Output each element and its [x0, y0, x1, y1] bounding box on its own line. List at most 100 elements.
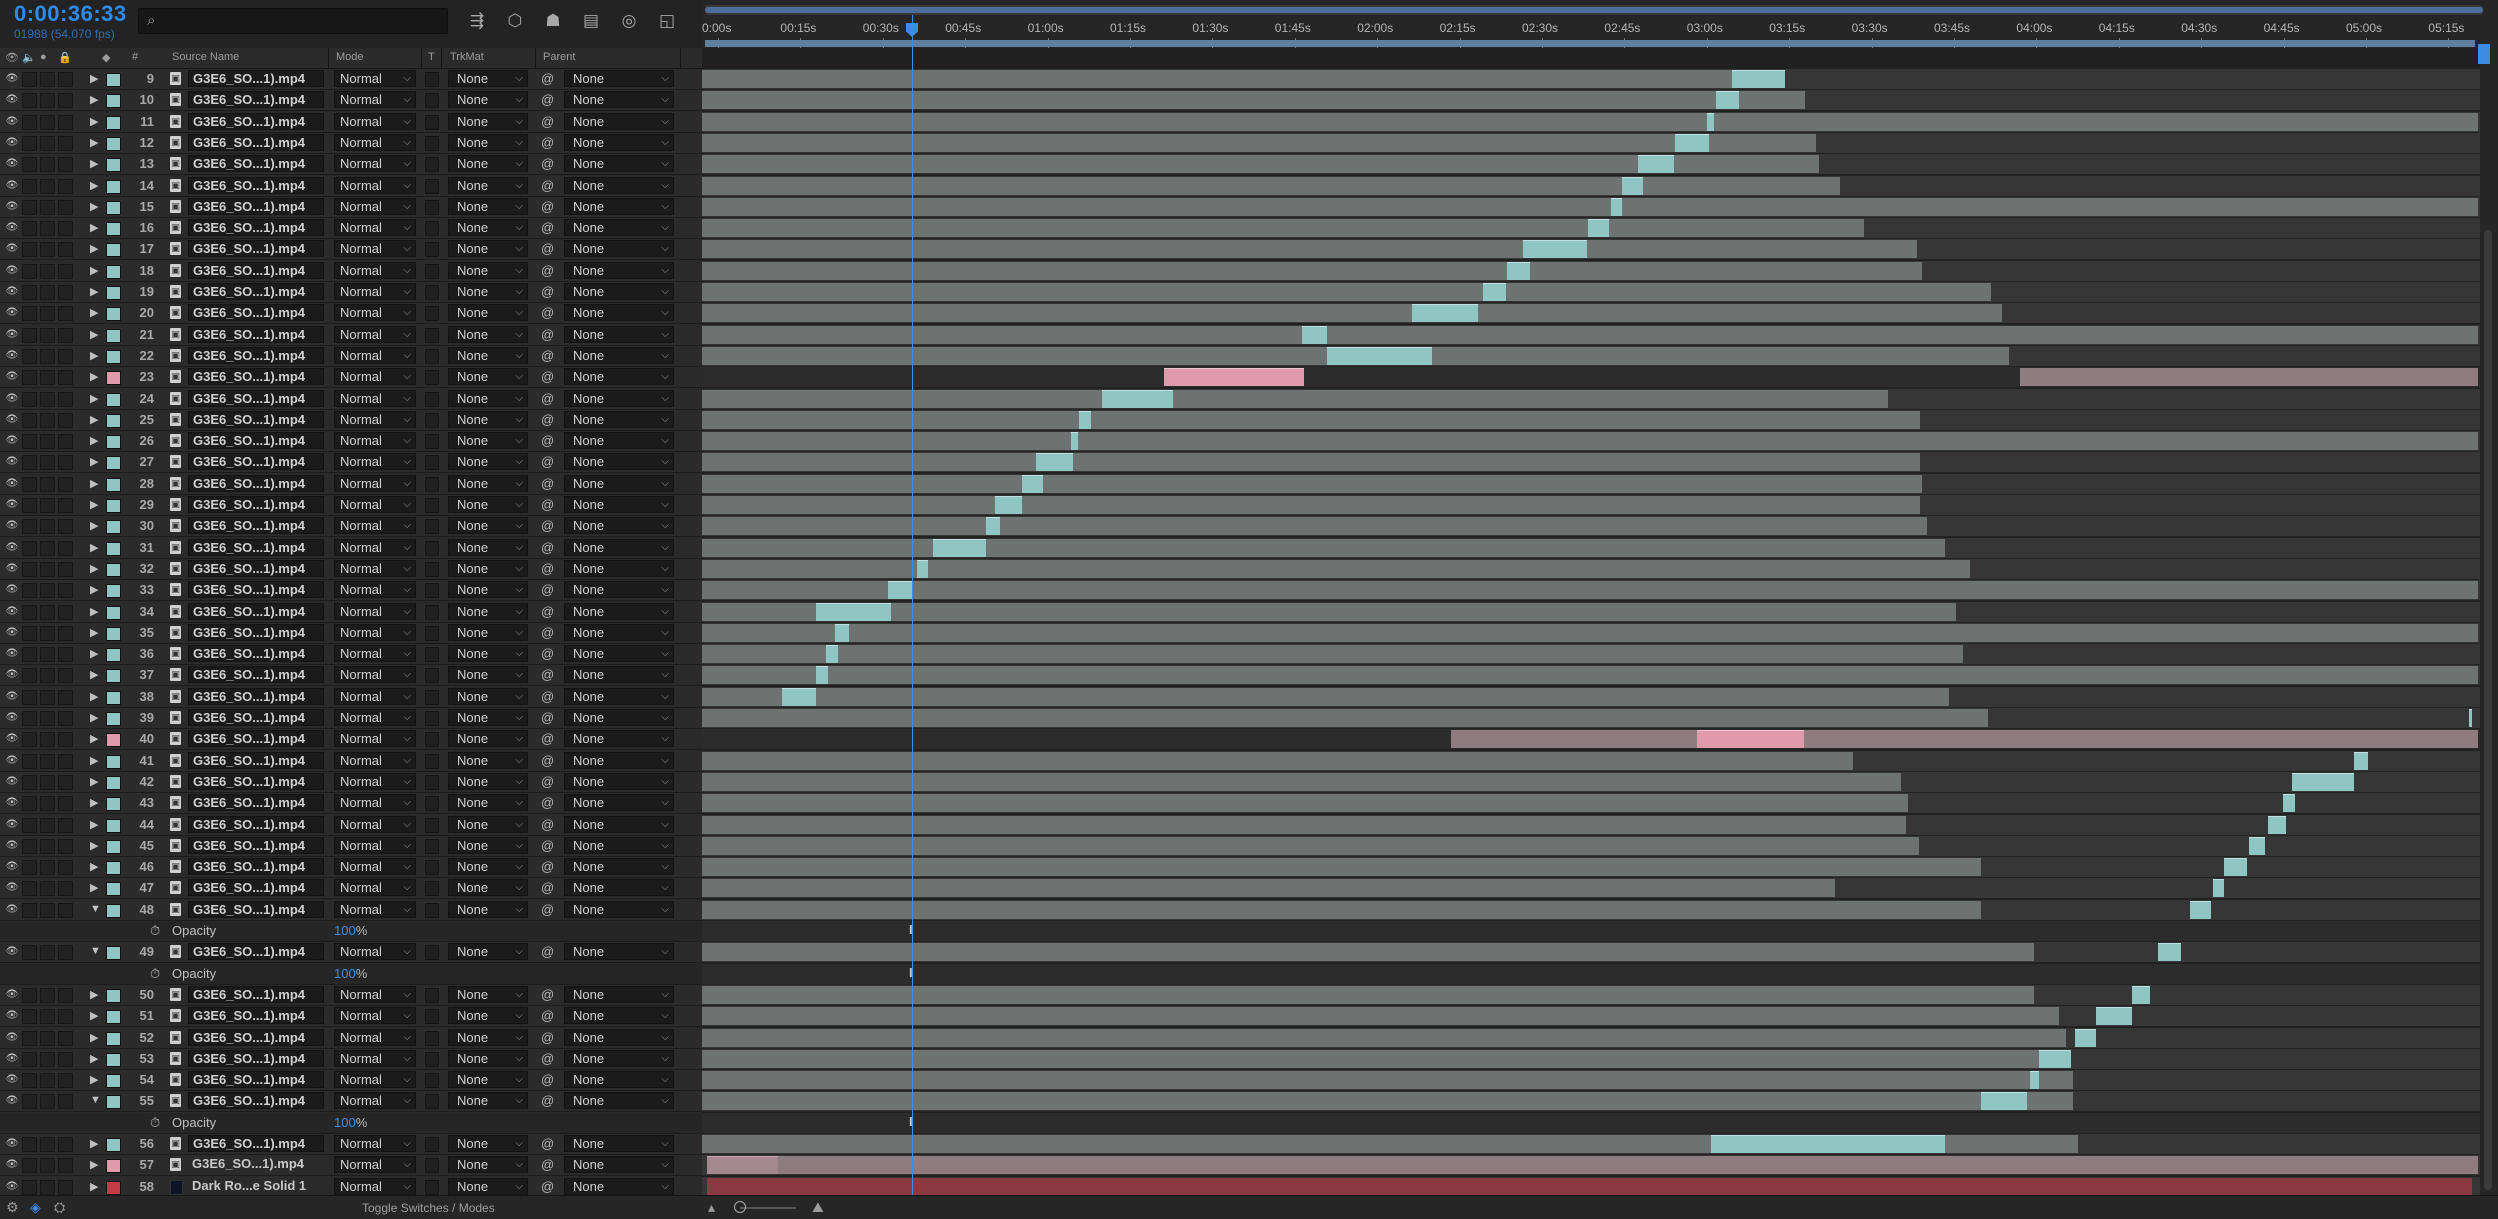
- lock-switch[interactable]: [58, 179, 73, 194]
- track-matte-dropdown[interactable]: None ⌵: [448, 240, 528, 257]
- solo-switch[interactable]: [40, 1137, 55, 1152]
- solo-switch[interactable]: [40, 647, 55, 662]
- expand-twirl-icon[interactable]: ▶: [90, 413, 98, 426]
- visibility-eye-icon[interactable]: 👁: [5, 328, 19, 341]
- layer-duration-bar[interactable]: [702, 390, 1888, 408]
- audio-switch[interactable]: [22, 93, 37, 108]
- audio-switch[interactable]: [22, 413, 37, 428]
- layer-duration-bar[interactable]: [702, 1007, 2059, 1025]
- label-color-swatch[interactable]: [106, 307, 121, 321]
- solo-switch[interactable]: [40, 115, 55, 130]
- parent-dropdown[interactable]: None ⌵: [564, 496, 674, 513]
- layer-row[interactable]: 👁 ▶ 9 ▣ G3E6_SO...1).mp4 Normal ⌵ None ⌵ @ None ⌵: [0, 69, 702, 90]
- preserve-transparency-switch[interactable]: [425, 668, 439, 683]
- layer-source-name[interactable]: G3E6_SO...1).mp4: [188, 219, 324, 236]
- track-matte-dropdown[interactable]: None ⌵: [448, 1071, 528, 1088]
- layer-row[interactable]: 👁 ▶ 15 ▣ G3E6_SO...1).mp4 Normal ⌵ None ⌵ @ None ⌵: [0, 197, 702, 218]
- lock-switch[interactable]: [58, 1052, 73, 1067]
- layer-source-name[interactable]: G3E6_SO...1).mp4: [188, 475, 324, 492]
- lock-switch[interactable]: [58, 200, 73, 215]
- lock-switch[interactable]: [58, 370, 73, 385]
- blend-mode-dropdown[interactable]: Normal ⌵: [334, 986, 416, 1003]
- parent-pick-whip-icon[interactable]: @: [541, 689, 554, 704]
- blend-mode-dropdown[interactable]: Normal ⌵: [334, 837, 416, 854]
- parent-pick-whip-icon[interactable]: @: [541, 561, 554, 576]
- visibility-eye-icon[interactable]: 👁: [5, 1073, 19, 1086]
- layer-duration-bar[interactable]: [702, 709, 1988, 727]
- layer-duration-bar[interactable]: [702, 517, 1927, 535]
- parent-dropdown[interactable]: None ⌵: [564, 411, 674, 428]
- track-matte-dropdown[interactable]: None ⌵: [448, 347, 528, 364]
- layer-duration-bar[interactable]: [702, 113, 2478, 131]
- graph-editor-icon[interactable]: ◱: [654, 8, 680, 34]
- visibility-eye-icon[interactable]: 👁: [5, 583, 19, 596]
- audio-switch[interactable]: [22, 775, 37, 790]
- parent-pick-whip-icon[interactable]: @: [541, 540, 554, 555]
- visibility-eye-icon[interactable]: 👁: [5, 1031, 19, 1044]
- layer-source-name[interactable]: G3E6_SO...1).mp4: [188, 1135, 324, 1152]
- blend-mode-dropdown[interactable]: Normal ⌵: [334, 1156, 416, 1173]
- toggle-switches-modes-button[interactable]: Toggle Switches / Modes: [362, 1201, 495, 1215]
- layer-row[interactable]: 👁 ▶ 28 ▣ G3E6_SO...1).mp4 Normal ⌵ None ⌵ @ None ⌵: [0, 474, 702, 495]
- solo-switch[interactable]: [40, 306, 55, 321]
- lock-switch[interactable]: [58, 1009, 73, 1024]
- layer-duration-bar[interactable]: [702, 134, 1816, 152]
- blend-mode-dropdown[interactable]: Normal ⌵: [334, 1178, 416, 1195]
- track-matte-dropdown[interactable]: None ⌵: [448, 155, 528, 172]
- solo-switch[interactable]: [40, 626, 55, 641]
- preserve-transparency-switch[interactable]: [425, 306, 439, 321]
- visibility-eye-icon[interactable]: 👁: [5, 945, 19, 958]
- label-color-swatch[interactable]: [106, 180, 121, 194]
- solo-switch[interactable]: [40, 1180, 55, 1195]
- lock-switch[interactable]: [58, 1031, 73, 1046]
- layer-row[interactable]: 👁 ▶ 38 ▣ G3E6_SO...1).mp4 Normal ⌵ None ⌵ @ None ⌵: [0, 687, 702, 708]
- preserve-transparency-switch[interactable]: [425, 583, 439, 598]
- preserve-transparency-switch[interactable]: [425, 242, 439, 257]
- audio-switch[interactable]: [22, 328, 37, 343]
- expand-twirl-icon[interactable]: ▶: [90, 1009, 98, 1022]
- parent-dropdown[interactable]: None ⌵: [564, 390, 674, 407]
- layer-clip-segment[interactable]: [1622, 177, 1643, 195]
- blend-mode-dropdown[interactable]: Normal ⌵: [334, 816, 416, 833]
- layer-duration-bar[interactable]: [702, 837, 1919, 855]
- label-color-swatch[interactable]: [106, 371, 121, 385]
- blend-mode-dropdown[interactable]: Normal ⌵: [334, 496, 416, 513]
- parent-column-header[interactable]: Parent: [543, 51, 575, 63]
- blend-mode-dropdown[interactable]: Normal ⌵: [334, 858, 416, 875]
- layer-row[interactable]: 👁 ▶ 56 ▣ G3E6_SO...1).mp4 Normal ⌵ None ⌵ @ None ⌵: [0, 1134, 702, 1155]
- layer-source-name[interactable]: G3E6_SO...1).mp4: [188, 453, 324, 470]
- audio-switch[interactable]: [22, 626, 37, 641]
- layer-row[interactable]: 👁 ▶ 39 ▣ G3E6_SO...1).mp4 Normal ⌵ None ⌵ @ None ⌵: [0, 708, 702, 729]
- solo-switch[interactable]: [40, 690, 55, 705]
- layer-source-name[interactable]: G3E6_SO...1).mp4: [188, 368, 324, 385]
- preserve-transparency-switch[interactable]: [425, 796, 439, 811]
- layer-row[interactable]: 👁 ▶ 52 ▣ G3E6_SO...1).mp4 Normal ⌵ None ⌵ @ None ⌵: [0, 1028, 702, 1049]
- lock-switch[interactable]: [58, 157, 73, 172]
- preserve-transparency-switch[interactable]: [425, 434, 439, 449]
- preserve-transparency-switch[interactable]: [425, 349, 439, 364]
- blend-mode-dropdown[interactable]: Normal ⌵: [334, 901, 416, 918]
- blend-mode-dropdown[interactable]: Normal ⌵: [334, 283, 416, 300]
- track-matte-dropdown[interactable]: None ⌵: [448, 219, 528, 236]
- layer-source-name[interactable]: G3E6_SO...1).mp4: [188, 816, 324, 833]
- parent-pick-whip-icon[interactable]: @: [541, 305, 554, 320]
- layer-source-name[interactable]: G3E6_SO...1).mp4: [188, 837, 324, 854]
- layer-clip-segment[interactable]: [2268, 816, 2286, 834]
- property-value[interactable]: 100%: [334, 923, 367, 938]
- layer-source-name[interactable]: G3E6_SO...1).mp4: [188, 858, 324, 875]
- blend-mode-dropdown[interactable]: Normal ⌵: [334, 773, 416, 790]
- parent-pick-whip-icon[interactable]: @: [541, 476, 554, 491]
- audio-switch[interactable]: [22, 1180, 37, 1195]
- preserve-transparency-switch[interactable]: [425, 605, 439, 620]
- visibility-eye-icon[interactable]: 👁: [5, 903, 19, 916]
- label-color-swatch[interactable]: [106, 137, 121, 151]
- visibility-eye-icon[interactable]: 👁: [5, 605, 19, 618]
- layer-row[interactable]: 👁 ▼ 48 ▣ G3E6_SO...1).mp4 Normal ⌵ None ⌵ @ None ⌵: [0, 900, 702, 921]
- blend-mode-dropdown[interactable]: Normal ⌵: [334, 432, 416, 449]
- layer-clip-segment[interactable]: [1711, 1135, 1945, 1153]
- solo-switch[interactable]: [40, 796, 55, 811]
- expand-twirl-icon[interactable]: ▶: [90, 818, 98, 831]
- timeline-scroll-thumb[interactable]: [2484, 230, 2492, 1190]
- blend-mode-dropdown[interactable]: Normal ⌵: [334, 645, 416, 662]
- label-color-swatch[interactable]: [106, 73, 121, 87]
